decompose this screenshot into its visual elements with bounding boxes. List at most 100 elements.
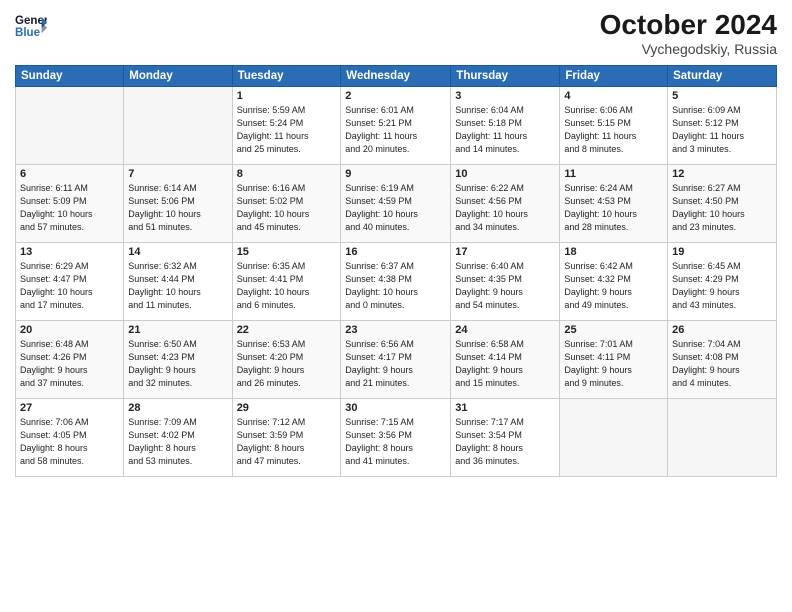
- calendar-week-row: 20 Sunrise: 6:48 AM Sunset: 4:26 PM Dayli…: [16, 320, 777, 398]
- day-number: 27: [20, 402, 119, 414]
- calendar-week-row: 6 Sunrise: 6:11 AM Sunset: 5:09 PM Daylig…: [16, 164, 777, 242]
- calendar-cell: 27 Sunrise: 7:06 AM Sunset: 4:05 PM Dayli…: [16, 398, 124, 476]
- day-number: 3: [455, 90, 555, 102]
- svg-text:Blue: Blue: [15, 27, 41, 39]
- day-number: 22: [237, 324, 337, 336]
- day-number: 19: [672, 246, 772, 258]
- day-info: Sunrise: 7:01 AM Sunset: 4:11 PM Dayligh…: [564, 338, 663, 390]
- calendar-cell: 11 Sunrise: 6:24 AM Sunset: 4:53 PM Dayli…: [560, 164, 668, 242]
- day-number: 12: [672, 168, 772, 180]
- header: General Blue October 2024 Vychegodskiy, …: [15, 10, 777, 57]
- calendar-cell: [668, 398, 777, 476]
- day-number: 15: [237, 246, 337, 258]
- day-info: Sunrise: 6:35 AM Sunset: 4:41 PM Dayligh…: [237, 260, 337, 312]
- day-info: Sunrise: 6:14 AM Sunset: 5:06 PM Dayligh…: [128, 182, 227, 234]
- calendar-cell: 26Sunrise: 7:04 AM Sunset: 4:08 PM Dayli…: [668, 320, 777, 398]
- calendar-cell: 29Sunrise: 7:12 AM Sunset: 3:59 PM Dayli…: [232, 398, 341, 476]
- calendar-cell: 17 Sunrise: 6:40 AM Sunset: 4:35 PM Dayli…: [451, 242, 560, 320]
- calendar-cell: 13 Sunrise: 6:29 AM Sunset: 4:47 PM Dayli…: [16, 242, 124, 320]
- day-info: Sunrise: 7:09 AM Sunset: 4:02 PM Dayligh…: [128, 416, 227, 468]
- weekday-header-monday: Monday: [124, 65, 232, 86]
- day-info: Sunrise: 7:12 AM Sunset: 3:59 PM Dayligh…: [237, 416, 337, 468]
- day-info: Sunrise: 6:45 AM Sunset: 4:29 PM Dayligh…: [672, 260, 772, 312]
- calendar-cell: 23 Sunrise: 6:56 AM Sunset: 4:17 PM Dayli…: [341, 320, 451, 398]
- day-number: 11: [564, 168, 663, 180]
- location: Vychegodskiy, Russia: [600, 41, 777, 57]
- day-info: Sunrise: 6:11 AM Sunset: 5:09 PM Dayligh…: [20, 182, 119, 234]
- day-number: 5: [672, 90, 772, 102]
- calendar-cell: 14 Sunrise: 6:32 AM Sunset: 4:44 PM Dayli…: [124, 242, 232, 320]
- day-number: 8: [237, 168, 337, 180]
- day-number: 20: [20, 324, 119, 336]
- day-number: 30: [345, 402, 446, 414]
- day-info: Sunrise: 6:24 AM Sunset: 4:53 PM Dayligh…: [564, 182, 663, 234]
- day-info: Sunrise: 6:32 AM Sunset: 4:44 PM Dayligh…: [128, 260, 227, 312]
- day-info: Sunrise: 6:29 AM Sunset: 4:47 PM Dayligh…: [20, 260, 119, 312]
- logo-icon: General Blue: [15, 10, 47, 42]
- day-info: Sunrise: 6:04 AM Sunset: 5:18 PM Dayligh…: [455, 104, 555, 156]
- calendar-cell: 6 Sunrise: 6:11 AM Sunset: 5:09 PM Daylig…: [16, 164, 124, 242]
- day-number: 23: [345, 324, 446, 336]
- calendar-cell: 10 Sunrise: 6:22 AM Sunset: 4:56 PM Dayli…: [451, 164, 560, 242]
- calendar-table: SundayMondayTuesdayWednesdayThursdayFrid…: [15, 65, 777, 477]
- calendar-cell: 16Sunrise: 6:37 AM Sunset: 4:38 PM Dayli…: [341, 242, 451, 320]
- calendar-cell: 30Sunrise: 7:15 AM Sunset: 3:56 PM Dayli…: [341, 398, 451, 476]
- day-number: 17: [455, 246, 555, 258]
- day-info: Sunrise: 6:01 AM Sunset: 5:21 PM Dayligh…: [345, 104, 446, 156]
- calendar-cell: 25 Sunrise: 7:01 AM Sunset: 4:11 PM Dayli…: [560, 320, 668, 398]
- day-info: Sunrise: 6:19 AM Sunset: 4:59 PM Dayligh…: [345, 182, 446, 234]
- day-number: 6: [20, 168, 119, 180]
- day-info: Sunrise: 6:22 AM Sunset: 4:56 PM Dayligh…: [455, 182, 555, 234]
- calendar-cell: 9 Sunrise: 6:19 AM Sunset: 4:59 PM Daylig…: [341, 164, 451, 242]
- weekday-header-saturday: Saturday: [668, 65, 777, 86]
- calendar-cell: 19 Sunrise: 6:45 AM Sunset: 4:29 PM Dayli…: [668, 242, 777, 320]
- day-info: Sunrise: 6:53 AM Sunset: 4:20 PM Dayligh…: [237, 338, 337, 390]
- day-number: 4: [564, 90, 663, 102]
- page-container: General Blue October 2024 Vychegodskiy, …: [0, 0, 792, 612]
- calendar-cell: 7Sunrise: 6:14 AM Sunset: 5:06 PM Daylig…: [124, 164, 232, 242]
- calendar-cell: 4Sunrise: 6:06 AM Sunset: 5:15 PM Daylig…: [560, 86, 668, 164]
- day-info: Sunrise: 5:59 AM Sunset: 5:24 PM Dayligh…: [237, 104, 337, 156]
- day-info: Sunrise: 6:50 AM Sunset: 4:23 PM Dayligh…: [128, 338, 227, 390]
- title-section: October 2024 Vychegodskiy, Russia: [600, 10, 777, 57]
- day-info: Sunrise: 6:09 AM Sunset: 5:12 PM Dayligh…: [672, 104, 772, 156]
- weekday-header-wednesday: Wednesday: [341, 65, 451, 86]
- calendar-cell: 3 Sunrise: 6:04 AM Sunset: 5:18 PM Daylig…: [451, 86, 560, 164]
- day-info: Sunrise: 6:27 AM Sunset: 4:50 PM Dayligh…: [672, 182, 772, 234]
- day-info: Sunrise: 7:04 AM Sunset: 4:08 PM Dayligh…: [672, 338, 772, 390]
- day-number: 21: [128, 324, 227, 336]
- calendar-cell: 21 Sunrise: 6:50 AM Sunset: 4:23 PM Dayli…: [124, 320, 232, 398]
- day-number: 16: [345, 246, 446, 258]
- day-info: Sunrise: 6:40 AM Sunset: 4:35 PM Dayligh…: [455, 260, 555, 312]
- weekday-header-tuesday: Tuesday: [232, 65, 341, 86]
- day-number: 10: [455, 168, 555, 180]
- calendar-week-row: 27 Sunrise: 7:06 AM Sunset: 4:05 PM Dayli…: [16, 398, 777, 476]
- calendar-cell: [124, 86, 232, 164]
- calendar-cell: 22 Sunrise: 6:53 AM Sunset: 4:20 PM Dayli…: [232, 320, 341, 398]
- day-number: 24: [455, 324, 555, 336]
- calendar-cell: 15 Sunrise: 6:35 AM Sunset: 4:41 PM Dayli…: [232, 242, 341, 320]
- day-number: 1: [237, 90, 337, 102]
- calendar-cell: [560, 398, 668, 476]
- calendar-cell: 5 Sunrise: 6:09 AM Sunset: 5:12 PM Daylig…: [668, 86, 777, 164]
- day-info: Sunrise: 6:16 AM Sunset: 5:02 PM Dayligh…: [237, 182, 337, 234]
- weekday-header-row: SundayMondayTuesdayWednesdayThursdayFrid…: [16, 65, 777, 86]
- day-number: 13: [20, 246, 119, 258]
- month-title: October 2024: [600, 10, 777, 41]
- weekday-header-sunday: Sunday: [16, 65, 124, 86]
- day-info: Sunrise: 7:17 AM Sunset: 3:54 PM Dayligh…: [455, 416, 555, 468]
- logo: General Blue: [15, 10, 47, 42]
- day-number: 18: [564, 246, 663, 258]
- calendar-cell: 20 Sunrise: 6:48 AM Sunset: 4:26 PM Dayli…: [16, 320, 124, 398]
- day-number: 14: [128, 246, 227, 258]
- calendar-cell: 31Sunrise: 7:17 AM Sunset: 3:54 PM Dayli…: [451, 398, 560, 476]
- day-number: 9: [345, 168, 446, 180]
- calendar-week-row: 13 Sunrise: 6:29 AM Sunset: 4:47 PM Dayli…: [16, 242, 777, 320]
- day-info: Sunrise: 6:48 AM Sunset: 4:26 PM Dayligh…: [20, 338, 119, 390]
- day-info: Sunrise: 6:42 AM Sunset: 4:32 PM Dayligh…: [564, 260, 663, 312]
- day-info: Sunrise: 7:06 AM Sunset: 4:05 PM Dayligh…: [20, 416, 119, 468]
- day-number: 28: [128, 402, 227, 414]
- day-info: Sunrise: 6:56 AM Sunset: 4:17 PM Dayligh…: [345, 338, 446, 390]
- calendar-cell: 24Sunrise: 6:58 AM Sunset: 4:14 PM Dayli…: [451, 320, 560, 398]
- day-number: 25: [564, 324, 663, 336]
